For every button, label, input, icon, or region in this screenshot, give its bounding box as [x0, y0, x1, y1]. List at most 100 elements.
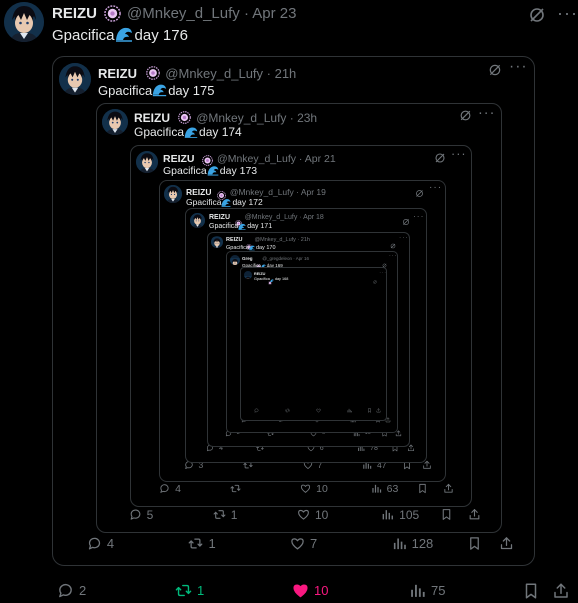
quote-text-day: day 175: [168, 82, 215, 98]
quote-author-handle-time[interactable]: @Mnkey_d_Lufy · 21h: [165, 66, 296, 81]
grok-icon[interactable]: [488, 63, 502, 77]
more-icon[interactable]: ···: [399, 234, 409, 241]
author-name[interactable]: REIZU: [52, 5, 97, 22]
verified-badge-icon: [268, 272, 273, 285]
like-button[interactable]: [311, 408, 321, 413]
quote-author-name[interactable]: REIZU: [186, 187, 212, 197]
more-icon[interactable]: ···: [389, 253, 397, 259]
avatar[interactable]: [190, 213, 205, 228]
views-button[interactable]: 63: [366, 483, 398, 495]
views-button[interactable]: [342, 408, 352, 413]
views-icon: [371, 483, 382, 494]
grok-icon[interactable]: [402, 213, 410, 226]
views-button[interactable]: 105: [376, 508, 419, 522]
reply-button[interactable]: 4: [154, 483, 181, 495]
quote-author-name[interactable]: REIZU: [226, 237, 243, 243]
like-button[interactable]: 10: [295, 483, 328, 495]
avatar[interactable]: [136, 151, 158, 173]
repost-button[interactable]: [225, 483, 241, 494]
avatar[interactable]: [59, 63, 91, 95]
quote-author-name[interactable]: REIZU: [254, 272, 265, 276]
action-count: 10: [316, 482, 328, 495]
action-count: 10: [314, 507, 329, 522]
grok-icon[interactable]: [390, 236, 396, 249]
grok-icon[interactable]: [459, 109, 472, 122]
repost-icon: [175, 582, 192, 599]
quote-text-word: Gpacifica: [209, 223, 239, 231]
quote-text-word: Gpacifica: [226, 244, 249, 251]
share-button[interactable]: [407, 444, 415, 452]
bookmark-button[interactable]: [367, 407, 372, 413]
quote-author-handle-time[interactable]: @Mnkey_d_Lufy · 21h: [255, 237, 310, 243]
quote-author-name[interactable]: REIZU: [209, 214, 230, 221]
wave-emoji-icon: [221, 198, 231, 207]
quote-author-name[interactable]: REIZU: [134, 111, 170, 125]
verified-badge-icon: [104, 5, 121, 22]
verified-badge-icon: [201, 153, 213, 166]
action-count: 4: [106, 535, 115, 551]
avatar[interactable]: [4, 2, 44, 42]
quote-author-name[interactable]: Greg: [242, 256, 253, 261]
grok-icon[interactable]: [528, 6, 546, 24]
grok-icon[interactable]: [382, 255, 387, 268]
quote-text: Gpacifica day 168: [254, 277, 288, 283]
bookmark-button[interactable]: [417, 483, 428, 494]
quote-author-name[interactable]: REIZU: [163, 153, 195, 165]
repost-button[interactable]: 1: [208, 508, 237, 522]
views-icon: [409, 582, 426, 599]
more-icon[interactable]: ···: [509, 58, 528, 76]
quote-author-handle-time[interactable]: @Mnkey_d_Lufy · Apr 21: [217, 153, 336, 165]
avatar[interactable]: [164, 185, 182, 203]
share-button[interactable]: [552, 582, 570, 600]
quote-author-name[interactable]: REIZU: [98, 66, 137, 81]
quote-text-word: Gpacifica: [254, 277, 270, 282]
quote-text-word: Gpacifica: [186, 196, 222, 207]
verified-badge-icon: [146, 66, 160, 80]
tweet-text-word: Gpacifica: [52, 27, 115, 44]
bookmark-button[interactable]: [522, 582, 540, 600]
share-button[interactable]: [499, 536, 514, 551]
more-icon[interactable]: ···: [379, 270, 387, 275]
share-button[interactable]: [468, 508, 481, 521]
repost-button[interactable]: 1: [183, 536, 216, 551]
like-button[interactable]: 10: [292, 508, 328, 522]
quote-author-handle-time[interactable]: @Mnkey_d_Lufy · 23h: [196, 111, 317, 125]
views-button[interactable]: 75: [404, 582, 445, 599]
more-icon[interactable]: ···: [429, 182, 442, 193]
bookmark-button[interactable]: [467, 536, 482, 551]
share-button[interactable]: [376, 407, 381, 413]
more-icon[interactable]: ···: [478, 105, 495, 121]
more-icon[interactable]: ···: [413, 211, 424, 221]
wave-emoji-icon: [270, 279, 274, 283]
avatar[interactable]: [230, 255, 240, 265]
grok-icon[interactable]: [415, 185, 424, 197]
reply-button[interactable]: [249, 408, 259, 413]
avatar[interactable]: [244, 271, 252, 279]
share-button[interactable]: [443, 483, 454, 494]
grok-icon[interactable]: [434, 151, 446, 163]
reply-button[interactable]: 5: [124, 508, 153, 522]
repost-icon: [230, 483, 241, 494]
bookmark-button[interactable]: [440, 508, 453, 521]
like-button[interactable]: 10: [287, 582, 328, 599]
avatar[interactable]: [211, 236, 223, 248]
quote-card[interactable]: [240, 267, 387, 421]
reply-button[interactable]: 4: [82, 536, 114, 551]
quote-text: Gpacifica day 172: [186, 197, 263, 207]
views-button[interactable]: 128: [387, 536, 433, 551]
quote-author-handle-time[interactable]: @_gregdeleon · Apr 16: [262, 256, 309, 261]
repost-button[interactable]: 1: [170, 582, 204, 599]
avatar[interactable]: [102, 109, 128, 135]
author-handle-time[interactable]: @Mnkey_d_Lufy · Apr 23: [127, 5, 296, 22]
reply-button[interactable]: 2: [52, 582, 86, 599]
quote-author-handle-time[interactable]: @Mnkey_d_Lufy · Apr 18: [245, 214, 324, 221]
quote-text: Gpacifica day 174: [134, 125, 242, 139]
quote-author-handle-time[interactable]: @Mnkey_d_Lufy · Apr 19: [230, 187, 326, 197]
repost-button[interactable]: [280, 408, 290, 413]
more-icon[interactable]: ···: [557, 4, 578, 22]
like-button[interactable]: 7: [285, 536, 317, 551]
more-icon[interactable]: ···: [451, 147, 467, 161]
tweet-text: Gpacifica day 176: [52, 26, 188, 44]
grok-icon[interactable]: [373, 271, 377, 284]
wave-emoji-icon: [249, 245, 255, 251]
